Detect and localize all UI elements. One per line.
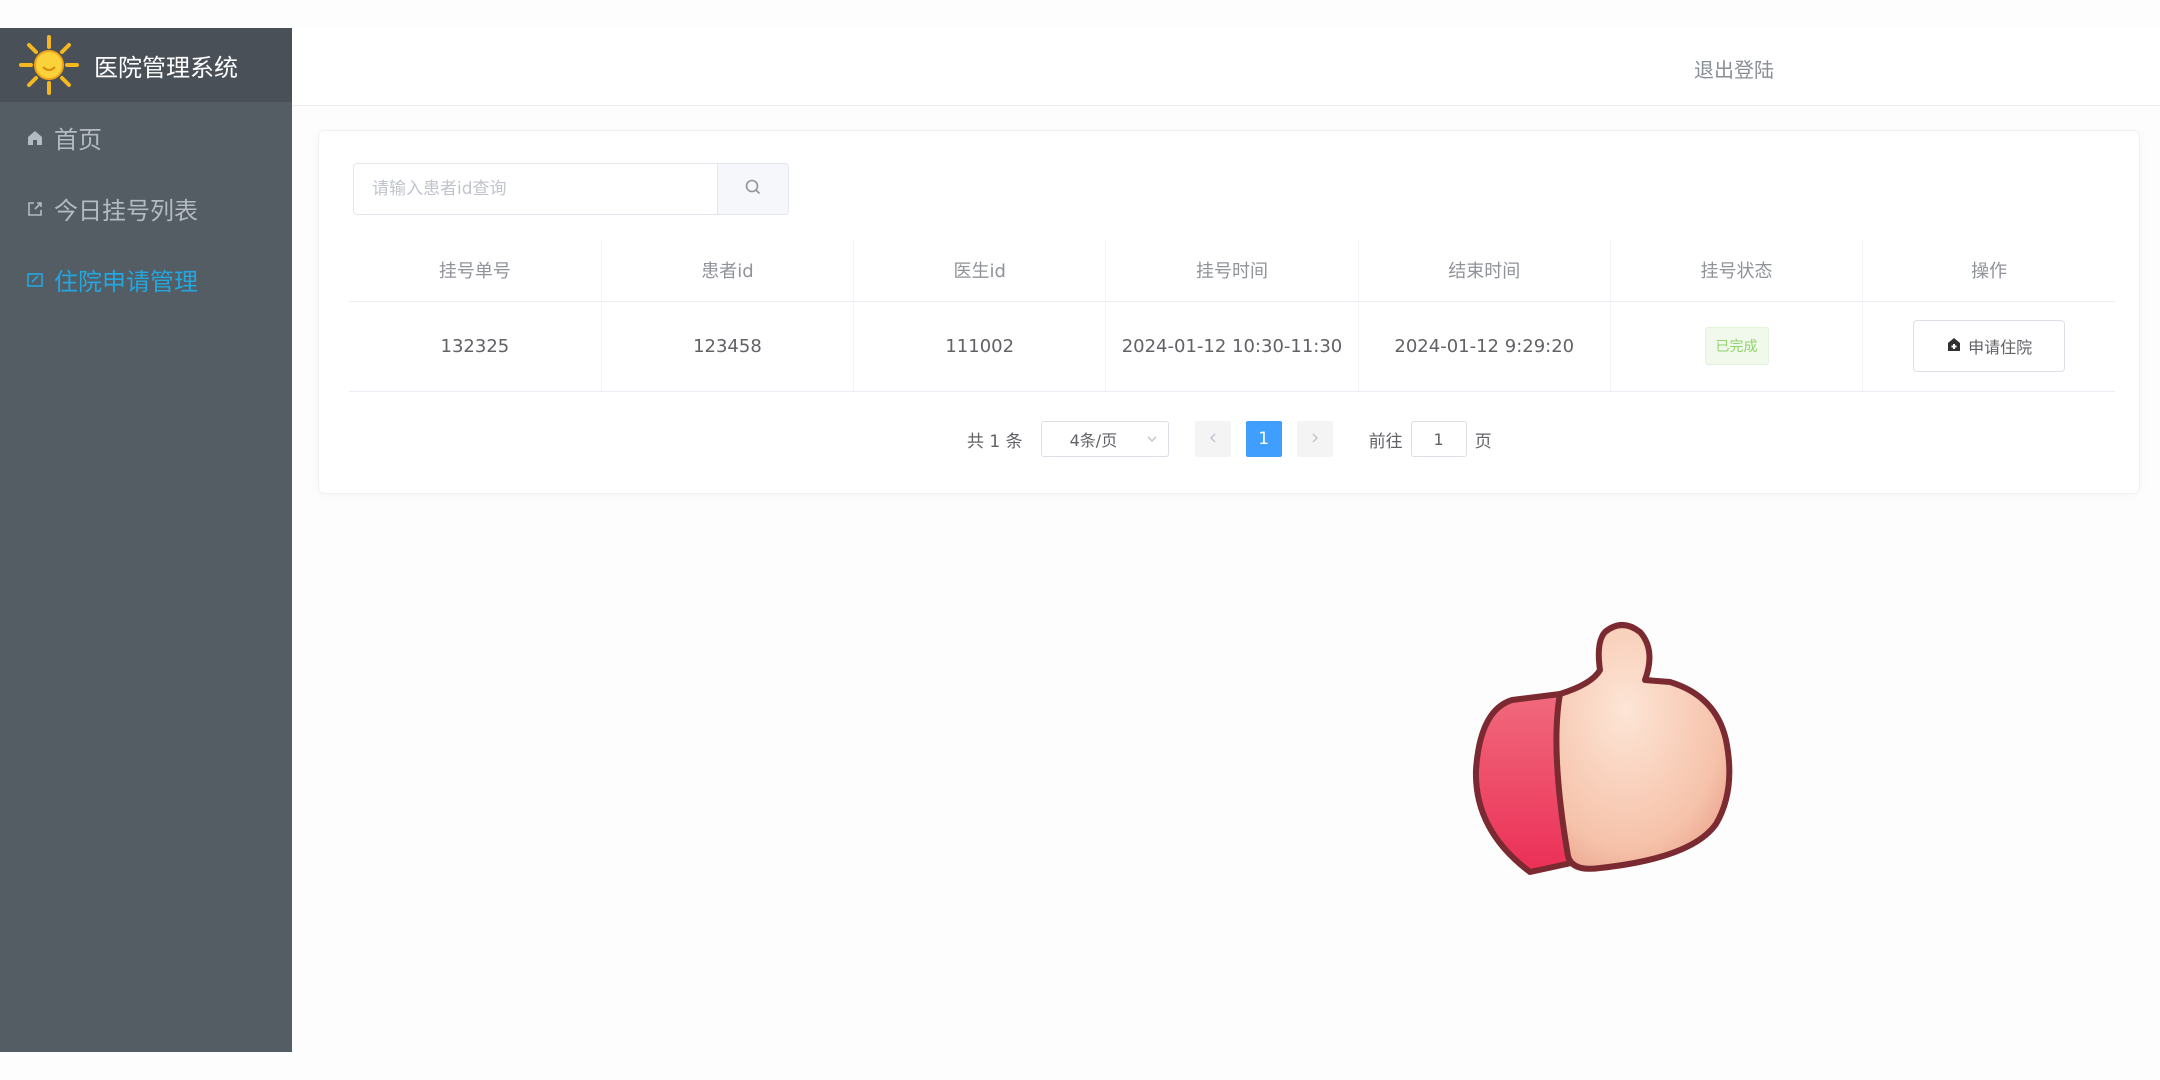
top-header: 退出登陆 — [292, 28, 2160, 106]
search-icon — [744, 178, 762, 200]
prev-page-button[interactable] — [1194, 421, 1231, 457]
page-suffix: 页 — [1474, 431, 1492, 452]
pagination: 共 1 条 4条/页 1 前往 页 — [967, 421, 1492, 457]
action-cell: 申请住院 — [1862, 301, 2115, 392]
patient-id-cell: 123458 — [601, 301, 855, 392]
sidebar-item-label: 住院申请管理 — [54, 268, 198, 296]
thumbs-up-sticker-icon — [1460, 610, 1750, 890]
sidebar-item-inpatient-application[interactable]: 住院申请管理 — [0, 244, 292, 315]
column-header: 挂号状态 — [1610, 239, 1864, 302]
sidebar: 医院管理系统 首页 今日挂号列表 住院申请管理 — [0, 28, 292, 1052]
page-size-select[interactable]: 4条/页 — [1040, 421, 1169, 457]
home-icon — [24, 127, 46, 149]
reg-time-cell: 2024-01-12 10:30-11:30 — [1105, 301, 1359, 392]
app-title: 医院管理系统 — [94, 53, 238, 82]
column-header: 挂号单号 — [349, 239, 602, 302]
chevron-right-icon — [1309, 429, 1321, 449]
content-card: 挂号单号 患者id 医生id 挂号时间 结束时间 挂号状态 操作 132325 … — [318, 130, 2140, 494]
registration-table: 挂号单号 患者id 医生id 挂号时间 结束时间 挂号状态 操作 132325 … — [349, 239, 2115, 392]
apply-admission-button[interactable]: 申请住院 — [1913, 320, 2066, 372]
app-root: 医院管理系统 首页 今日挂号列表 住院申请管理 退出登陆 请输入患者id查询 挂… — [0, 0, 2160, 1080]
goto-page: 前往 页 — [1369, 421, 1492, 457]
search-input[interactable] — [353, 163, 717, 215]
chevron-down-icon — [1146, 430, 1158, 449]
chevron-left-icon — [1207, 429, 1219, 449]
page-size-value: 4条/页 — [1069, 431, 1118, 450]
table-row: 132325 123458 111002 2024-01-12 10:30-11… — [349, 301, 2115, 392]
edit-icon — [24, 269, 46, 291]
column-header: 挂号时间 — [1105, 239, 1359, 302]
doctor-id-cell: 111002 — [853, 301, 1107, 392]
end-time-cell: 2024-01-12 9:29:20 — [1358, 301, 1611, 392]
brand: 医院管理系统 — [0, 28, 292, 102]
logout-link[interactable]: 退出登陆 — [1694, 54, 1774, 83]
sidebar-item-today-registrations[interactable]: 今日挂号列表 — [0, 173, 292, 244]
column-header: 操作 — [1862, 239, 2115, 302]
sun-logo-icon — [16, 32, 82, 98]
status-cell: 已完成 — [1610, 301, 1864, 392]
external-link-icon — [24, 198, 46, 220]
status-badge: 已完成 — [1704, 327, 1769, 365]
column-header: 结束时间 — [1358, 239, 1611, 302]
hospital-icon — [1946, 336, 1962, 356]
search-button[interactable] — [717, 163, 789, 215]
column-header: 医生id — [853, 239, 1107, 302]
column-header: 患者id — [601, 239, 855, 302]
reg-no-cell: 132325 — [349, 301, 602, 392]
sidebar-item-label: 首页 — [54, 126, 102, 154]
goto-label: 前往 — [1368, 431, 1403, 452]
pagination-total: 共 1 条 — [967, 431, 1023, 452]
page-number-button[interactable]: 1 — [1245, 421, 1282, 457]
goto-page-input[interactable] — [1410, 421, 1467, 457]
sidebar-item-label: 今日挂号列表 — [54, 197, 198, 225]
next-page-button[interactable] — [1296, 421, 1333, 457]
search-bar — [353, 163, 789, 215]
apply-admission-label: 申请住院 — [1968, 338, 2033, 357]
table-header-row: 挂号单号 患者id 医生id 挂号时间 结束时间 挂号状态 操作 — [349, 239, 2115, 302]
sidebar-menu: 首页 今日挂号列表 住院申请管理 — [0, 102, 292, 315]
sidebar-item-home[interactable]: 首页 — [0, 102, 292, 173]
